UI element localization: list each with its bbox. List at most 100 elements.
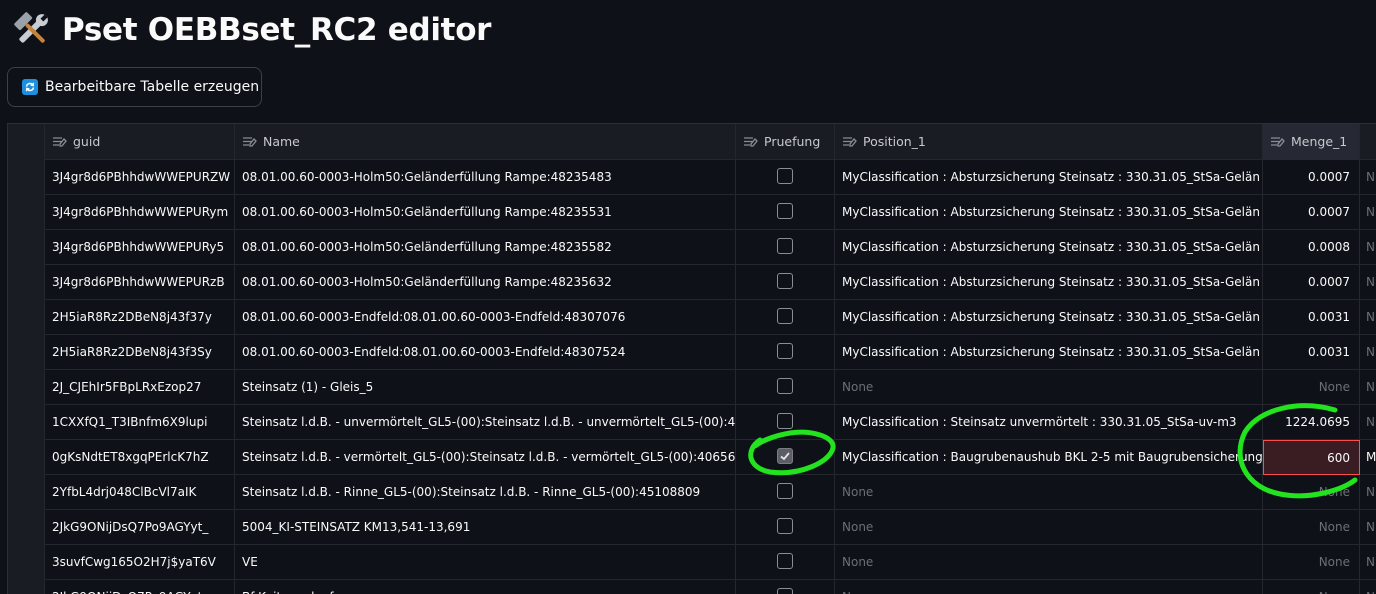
cell-pruefung[interactable]	[736, 510, 835, 545]
pruefung-checkbox[interactable]	[777, 483, 793, 499]
cell-name[interactable]: 5004_KI-STEINSATZ KM13,541-13,691	[235, 510, 736, 545]
cell-pruefung[interactable]	[736, 265, 835, 300]
cell-guid[interactable]: 3suvfCwg165O2H7j$yaT6V	[45, 545, 235, 580]
cell-menge[interactable]: 0.0031	[1263, 335, 1360, 370]
cell-menge[interactable]: 1224.0695	[1263, 405, 1360, 440]
cell-name[interactable]: Steinsatz l.d.B. - unvermörtelt_GL5-(00)…	[235, 405, 736, 440]
cell-extra[interactable]: N	[1360, 300, 1376, 335]
pruefung-checkbox[interactable]	[777, 168, 793, 184]
cell-extra[interactable]: N	[1360, 405, 1376, 440]
cell-menge[interactable]: None	[1263, 510, 1360, 545]
cell-position[interactable]: MyClassification : Absturzsicherung Stei…	[835, 195, 1263, 230]
cell-pruefung[interactable]	[736, 475, 835, 510]
pruefung-checkbox[interactable]	[777, 273, 793, 289]
cell-position[interactable]: MyClassification : Absturzsicherung Stei…	[835, 230, 1263, 265]
cell-position[interactable]: None	[835, 545, 1263, 580]
cell-pruefung[interactable]	[736, 195, 835, 230]
row-index-cell[interactable]	[8, 160, 45, 195]
cell-menge[interactable]: None	[1263, 475, 1360, 510]
cell-extra[interactable]: N	[1360, 545, 1376, 580]
row-index-cell[interactable]	[8, 265, 45, 300]
cell-extra[interactable]: N	[1360, 475, 1376, 510]
cell-guid[interactable]: 1CXXfQ1_T3IBnfm6X9lupi	[45, 405, 235, 440]
cell-guid[interactable]: 2JkG9ONijDsQ7Po9AGYyt_	[45, 580, 235, 594]
cell-name[interactable]: Steinsatz l.d.B. - Rinne_GL5-(00):Steins…	[235, 475, 736, 510]
cell-position[interactable]: MyClassification : Absturzsicherung Stei…	[835, 265, 1263, 300]
pruefung-checkbox[interactable]	[777, 588, 793, 594]
column-header-pruefung[interactable]: Pruefung	[736, 124, 835, 160]
cell-pruefung[interactable]	[736, 440, 835, 475]
generate-table-button[interactable]: Bearbeitbare Tabelle erzeugen	[7, 67, 262, 107]
row-index-cell[interactable]	[8, 580, 45, 594]
pruefung-checkbox[interactable]	[777, 448, 793, 464]
cell-pruefung[interactable]	[736, 230, 835, 265]
cell-name[interactable]: Steinsatz (1) - Gleis_5	[235, 370, 736, 405]
row-index-cell[interactable]	[8, 405, 45, 440]
column-header-next[interactable]	[1360, 124, 1376, 160]
cell-name[interactable]: Steinsatz l.d.B. - vermörtelt_GL5-(00):S…	[235, 440, 736, 475]
cell-extra[interactable]: M	[1360, 440, 1376, 475]
cell-extra[interactable]: N	[1360, 335, 1376, 370]
cell-extra[interactable]: N	[1360, 510, 1376, 545]
cell-position[interactable]: MyClassification : Absturzsicherung Stei…	[835, 335, 1263, 370]
cell-guid[interactable]: 3J4gr8d6PBhhdwWWEPURzB	[45, 265, 235, 300]
pruefung-checkbox[interactable]	[777, 378, 793, 394]
pruefung-checkbox[interactable]	[777, 343, 793, 359]
cell-position[interactable]: None	[835, 475, 1263, 510]
cell-name[interactable]: 08.01.00.60-0003-Endfeld:08.01.00.60-000…	[235, 335, 736, 370]
data-editor-table[interactable]: guid Name Pruefung Position_1 Menge_1 3J…	[7, 123, 1376, 594]
cell-extra[interactable]: N	[1360, 160, 1376, 195]
cell-position[interactable]: MyClassification : Steinsatz unvermörtel…	[835, 405, 1263, 440]
pruefung-checkbox[interactable]	[777, 413, 793, 429]
row-index-cell[interactable]	[8, 195, 45, 230]
cell-pruefung[interactable]	[736, 300, 835, 335]
cell-guid[interactable]: 2H5iaR8Rz2DBeN8j43f3Sy	[45, 335, 235, 370]
cell-menge[interactable]: 0.0031	[1263, 300, 1360, 335]
cell-guid[interactable]: 2J_CJEhIr5FBpLRxEzop27	[45, 370, 235, 405]
row-index-cell[interactable]	[8, 475, 45, 510]
row-index-cell[interactable]	[8, 370, 45, 405]
cell-name[interactable]: 08.01.00.60-0003-Holm50:Geländerfüllung …	[235, 230, 736, 265]
cell-position[interactable]: MyClassification : Baugrubenaushub BKL 2…	[835, 440, 1263, 475]
cell-pruefung[interactable]	[736, 545, 835, 580]
row-index-cell[interactable]	[8, 335, 45, 370]
cell-name[interactable]: 08.01.00.60-0003-Holm50:Geländerfüllung …	[235, 195, 736, 230]
cell-menge[interactable]: 0.0007	[1263, 195, 1360, 230]
cell-guid[interactable]: 0gKsNdtET8xgqPErlcK7hZ	[45, 440, 235, 475]
cell-menge[interactable]: 600	[1263, 440, 1360, 475]
cell-guid[interactable]: 3J4gr8d6PBhhdwWWEPURym	[45, 195, 235, 230]
cell-extra[interactable]: N	[1360, 195, 1376, 230]
cell-pruefung[interactable]	[736, 160, 835, 195]
cell-name[interactable]: VE	[235, 545, 736, 580]
cell-pruefung[interactable]	[736, 335, 835, 370]
row-index-cell[interactable]	[8, 300, 45, 335]
column-header-name[interactable]: Name	[235, 124, 736, 160]
cell-extra[interactable]: N	[1360, 370, 1376, 405]
cell-pruefung[interactable]	[736, 580, 835, 594]
cell-menge[interactable]: 0.0007	[1263, 265, 1360, 300]
pruefung-checkbox[interactable]	[777, 518, 793, 534]
cell-guid[interactable]: 2H5iaR8Rz2DBeN8j43f37y	[45, 300, 235, 335]
cell-position[interactable]: None	[835, 510, 1263, 545]
cell-position[interactable]: None	[835, 580, 1263, 594]
cell-pruefung[interactable]	[736, 405, 835, 440]
cell-extra[interactable]: N	[1360, 230, 1376, 265]
cell-menge[interactable]: None	[1263, 545, 1360, 580]
column-header-guid[interactable]: guid	[45, 124, 235, 160]
column-header-position[interactable]: Position_1	[835, 124, 1263, 160]
row-index-cell[interactable]	[8, 230, 45, 265]
cell-extra[interactable]: N	[1360, 580, 1376, 594]
row-index-cell[interactable]	[8, 545, 45, 580]
pruefung-checkbox[interactable]	[777, 238, 793, 254]
pruefung-checkbox[interactable]	[777, 203, 793, 219]
row-index-cell[interactable]	[8, 510, 45, 545]
cell-name[interactable]: 08.01.00.60-0003-Holm50:Geländerfüllung …	[235, 160, 736, 195]
cell-position[interactable]: MyClassification : Absturzsicherung Stei…	[835, 300, 1263, 335]
cell-guid[interactable]: 2YfbL4drj048ClBcVl7aIK	[45, 475, 235, 510]
cell-name[interactable]: 08.01.00.60-0003-Endfeld:08.01.00.60-000…	[235, 300, 736, 335]
pruefung-checkbox[interactable]	[777, 308, 793, 324]
cell-name[interactable]: 08.01.00.60-0003-Holm50:Geländerfüllung …	[235, 265, 736, 300]
pruefung-checkbox[interactable]	[777, 553, 793, 569]
cell-position[interactable]: None	[835, 370, 1263, 405]
cell-name[interactable]: Bf-Kaitenanlauf	[235, 580, 736, 594]
